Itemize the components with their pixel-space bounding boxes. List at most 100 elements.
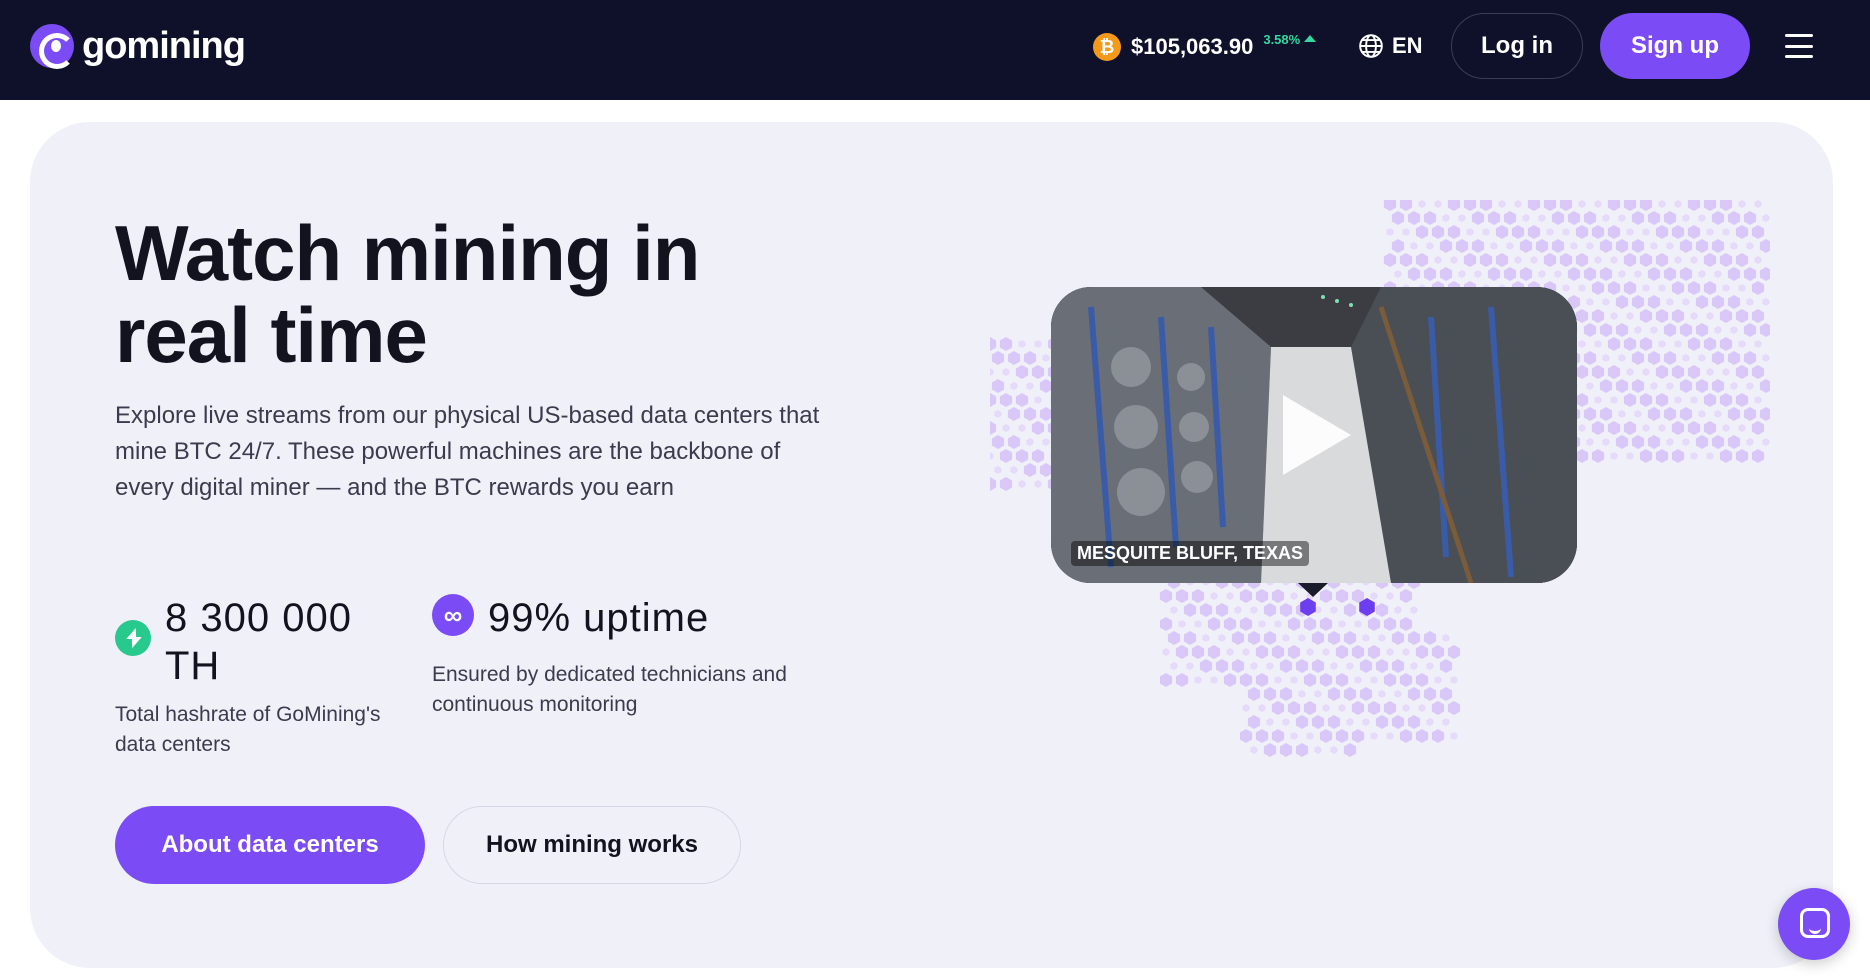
map-hex <box>1287 617 1301 631</box>
map-hex <box>1447 200 1461 211</box>
map-hex <box>1191 589 1205 603</box>
map-hex <box>1242 704 1250 712</box>
map-hex <box>1642 368 1650 376</box>
map-hex <box>1455 239 1469 253</box>
map-hex <box>1002 424 1010 432</box>
map-hex <box>1527 225 1541 239</box>
map-hex <box>1759 407 1770 421</box>
map-hex <box>1722 424 1730 432</box>
map-hex <box>1762 298 1770 306</box>
map-hex <box>1034 340 1042 348</box>
map-hex <box>1330 606 1338 614</box>
map-hex <box>1711 211 1725 225</box>
map-hex <box>1687 421 1701 435</box>
map-hex <box>1575 393 1589 407</box>
map-hex <box>1514 200 1522 208</box>
map-hex <box>1706 368 1714 376</box>
map-hex <box>990 477 997 491</box>
map-hex <box>1159 617 1173 631</box>
map-hex <box>1258 704 1266 712</box>
map-hex <box>1170 606 1178 614</box>
chat-button[interactable] <box>1778 888 1850 960</box>
map-hex <box>1623 200 1637 211</box>
map-hex <box>1746 242 1754 250</box>
map-hex <box>1610 256 1618 264</box>
map-hex <box>1383 617 1397 631</box>
map-hex <box>1223 673 1237 687</box>
btc-price-ticker: ₿ $105,063.90 3.58% <box>1093 32 1317 61</box>
map-hex <box>1663 211 1677 225</box>
logo[interactable]: gomining <box>30 24 246 69</box>
map-hex <box>990 393 997 407</box>
about-data-centers-button[interactable]: About data centers <box>115 806 425 884</box>
map-hex <box>1330 662 1338 670</box>
map-hex <box>1671 421 1685 435</box>
map-hex <box>1615 379 1629 393</box>
map-hex <box>1258 620 1266 628</box>
map-hex <box>1362 634 1370 642</box>
map-hex <box>1439 239 1453 253</box>
language-selector[interactable]: EN <box>1358 33 1423 59</box>
map-hex <box>1375 715 1389 729</box>
map-hex <box>1674 340 1682 348</box>
live-stream-video[interactable]: MESQUITE BLUFF, TEXAS <box>1051 287 1577 583</box>
map-hex <box>1538 214 1546 222</box>
map-hex <box>1751 449 1765 463</box>
map-hex <box>1439 659 1453 673</box>
stat-value: 8 300 000 TH <box>165 596 352 688</box>
map-hex <box>1607 200 1621 211</box>
map-hex <box>1042 438 1050 446</box>
map-hex <box>1642 284 1650 292</box>
map-hex <box>1399 617 1413 631</box>
map-hex <box>1623 393 1637 407</box>
map-hex <box>1442 718 1450 726</box>
how-mining-works-button[interactable]: How mining works <box>443 806 741 884</box>
map-hex <box>1514 256 1522 264</box>
map-hex <box>1471 239 1485 253</box>
map-hex <box>1175 645 1189 659</box>
map-hex <box>1690 396 1698 404</box>
map-hex <box>1311 659 1325 673</box>
map-hex <box>1343 743 1357 757</box>
map-hex <box>1607 421 1621 435</box>
map-hex <box>1447 645 1461 659</box>
map-hex <box>1575 449 1589 463</box>
map-hex <box>1695 323 1709 337</box>
map-hex <box>1194 620 1202 628</box>
map-hex <box>1234 606 1242 614</box>
map-hex <box>1279 603 1293 617</box>
map-hex <box>990 421 997 435</box>
map-hex <box>1290 676 1298 684</box>
map-hex <box>1759 379 1770 393</box>
map-hex <box>1255 589 1269 603</box>
login-button[interactable]: Log in <box>1451 13 1583 79</box>
map-hex <box>1658 340 1666 348</box>
map-hex <box>1346 718 1354 726</box>
menu-icon[interactable] <box>1785 34 1813 58</box>
map-hex <box>1591 421 1605 435</box>
signup-button[interactable]: Sign up <box>1600 13 1750 79</box>
map-hex <box>1690 256 1698 264</box>
map-hex <box>1695 239 1709 253</box>
map-hex <box>1647 351 1661 365</box>
map-hex <box>1031 421 1045 435</box>
play-icon[interactable] <box>1283 395 1351 475</box>
map-hex <box>1226 592 1234 600</box>
map-hex <box>1370 676 1378 684</box>
map-hex <box>1367 645 1381 659</box>
map-hex <box>1319 729 1333 743</box>
map-hex <box>1687 337 1701 351</box>
map-hex <box>1007 435 1021 449</box>
map-hex <box>1255 673 1269 687</box>
map-hex <box>1626 452 1634 460</box>
map-hex <box>1423 267 1437 281</box>
map-hex <box>1743 211 1757 225</box>
map-hex <box>1431 645 1445 659</box>
infinity-icon: ∞ <box>432 594 474 636</box>
map-hex <box>1306 648 1314 656</box>
map-hex <box>1727 267 1741 281</box>
map-hex <box>1415 673 1429 687</box>
map-hex <box>1263 743 1277 757</box>
map-hex <box>1719 200 1733 211</box>
map-hex <box>1698 410 1706 418</box>
